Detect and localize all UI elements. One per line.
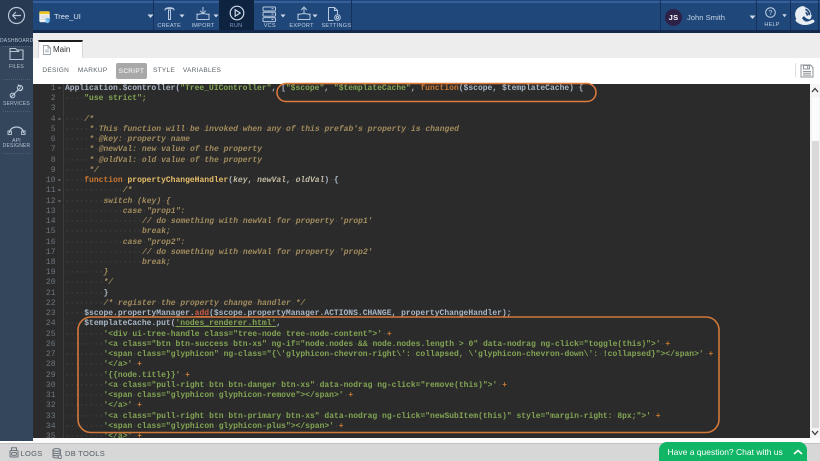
svg-text:?: ? — [769, 10, 773, 17]
